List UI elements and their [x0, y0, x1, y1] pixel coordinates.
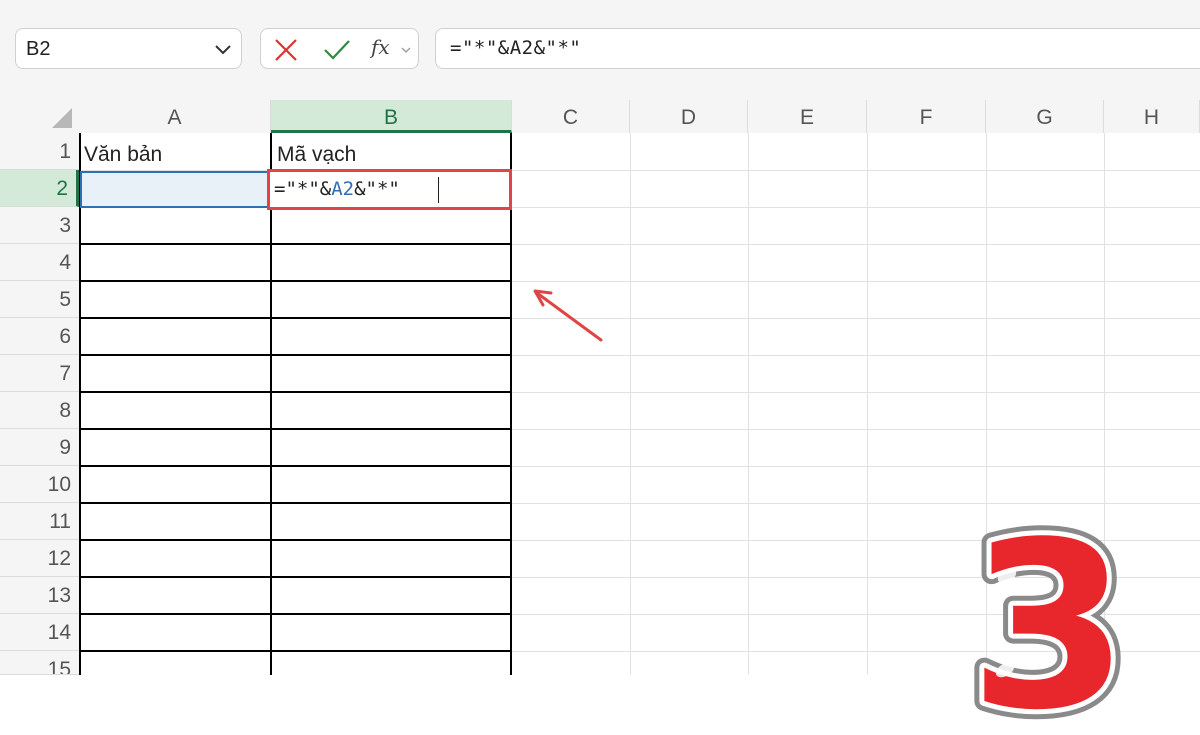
table-border: [79, 428, 512, 430]
formula-part: &"*": [354, 178, 400, 200]
column-header-b[interactable]: B: [271, 100, 512, 133]
column-header-a[interactable]: A: [79, 100, 271, 133]
table-border: [79, 539, 512, 541]
column-header-h[interactable]: H: [1104, 100, 1200, 133]
row-header-2[interactable]: 2: [0, 170, 79, 207]
formula-input[interactable]: ="*"&A2&"*": [435, 28, 1200, 69]
table-border: [79, 133, 81, 675]
cell-b2-formula[interactable]: ="*"&A2&"*": [274, 178, 400, 200]
row-header-11[interactable]: 11: [0, 503, 79, 540]
table-border: [270, 133, 272, 675]
row-header-4[interactable]: 4: [0, 244, 79, 281]
table-border: [79, 280, 512, 282]
grid-line: [867, 133, 868, 675]
table-border: [510, 133, 512, 675]
close-icon[interactable]: [273, 37, 299, 63]
cell-b2-editor[interactable]: ="*"&A2&"*": [267, 169, 512, 210]
column-header-e[interactable]: E: [748, 100, 867, 133]
name-box[interactable]: B2: [15, 28, 242, 69]
pointer-arrow-icon: [533, 289, 603, 342]
select-all-triangle-icon: [52, 108, 72, 128]
row-header-15[interactable]: 15: [0, 651, 79, 675]
column-header-f[interactable]: F: [867, 100, 986, 133]
row-header-3[interactable]: 3: [0, 207, 79, 244]
chevron-down-icon[interactable]: [211, 42, 235, 58]
formula-text[interactable]: ="*"&A2&"*": [450, 37, 581, 59]
row-header-14[interactable]: 14: [0, 614, 79, 651]
cell-a1[interactable]: Văn bản: [84, 143, 162, 167]
text-caret: [438, 177, 439, 203]
row-header-9[interactable]: 9: [0, 429, 79, 466]
grid-line: [748, 133, 749, 675]
row-header-12[interactable]: 12: [0, 540, 79, 577]
table-border: [79, 391, 512, 393]
row-header-6[interactable]: 6: [0, 318, 79, 355]
row-header-7[interactable]: 7: [0, 355, 79, 392]
formula-part: ="*"&: [274, 178, 332, 200]
check-icon[interactable]: [322, 37, 352, 63]
formula-reference: A2: [331, 178, 355, 200]
row-header-10[interactable]: 10: [0, 466, 79, 503]
table-border: [79, 502, 512, 504]
column-header-d[interactable]: D: [630, 100, 748, 133]
formula-toolbar: B2 fx ="*"&A2&"*": [0, 0, 1200, 100]
row-header-5[interactable]: 5: [0, 281, 79, 318]
table-border: [79, 613, 512, 615]
worksheet-grid[interactable]: A B C D E F G H 1 2 3 4 5 6 7 8 9 10 11 …: [0, 100, 1200, 735]
step-number-badge-icon: 3 3 3: [959, 510, 1139, 735]
table-border: [79, 465, 512, 467]
grid-line: [630, 133, 631, 675]
row-header-13[interactable]: 13: [0, 577, 79, 614]
row-header-8[interactable]: 8: [0, 392, 79, 429]
column-header-g[interactable]: G: [986, 100, 1104, 133]
column-header-c[interactable]: C: [512, 100, 630, 133]
cell-b1[interactable]: Mã vạch: [277, 143, 356, 167]
table-border: [79, 576, 512, 578]
chevron-down-icon[interactable]: [401, 46, 411, 54]
select-all-button[interactable]: [0, 100, 79, 133]
row-header-1[interactable]: 1: [0, 133, 79, 170]
table-border: [79, 243, 512, 245]
step-badge-number: 3: [969, 510, 1129, 735]
table-border: [79, 354, 512, 356]
table-border: [79, 317, 512, 319]
formula-buttons: fx: [260, 28, 419, 69]
insert-function-button[interactable]: fx: [371, 35, 390, 59]
cell-a2-reference-highlight[interactable]: [80, 171, 270, 208]
name-box-value: B2: [26, 38, 51, 60]
table-border: [79, 650, 512, 652]
